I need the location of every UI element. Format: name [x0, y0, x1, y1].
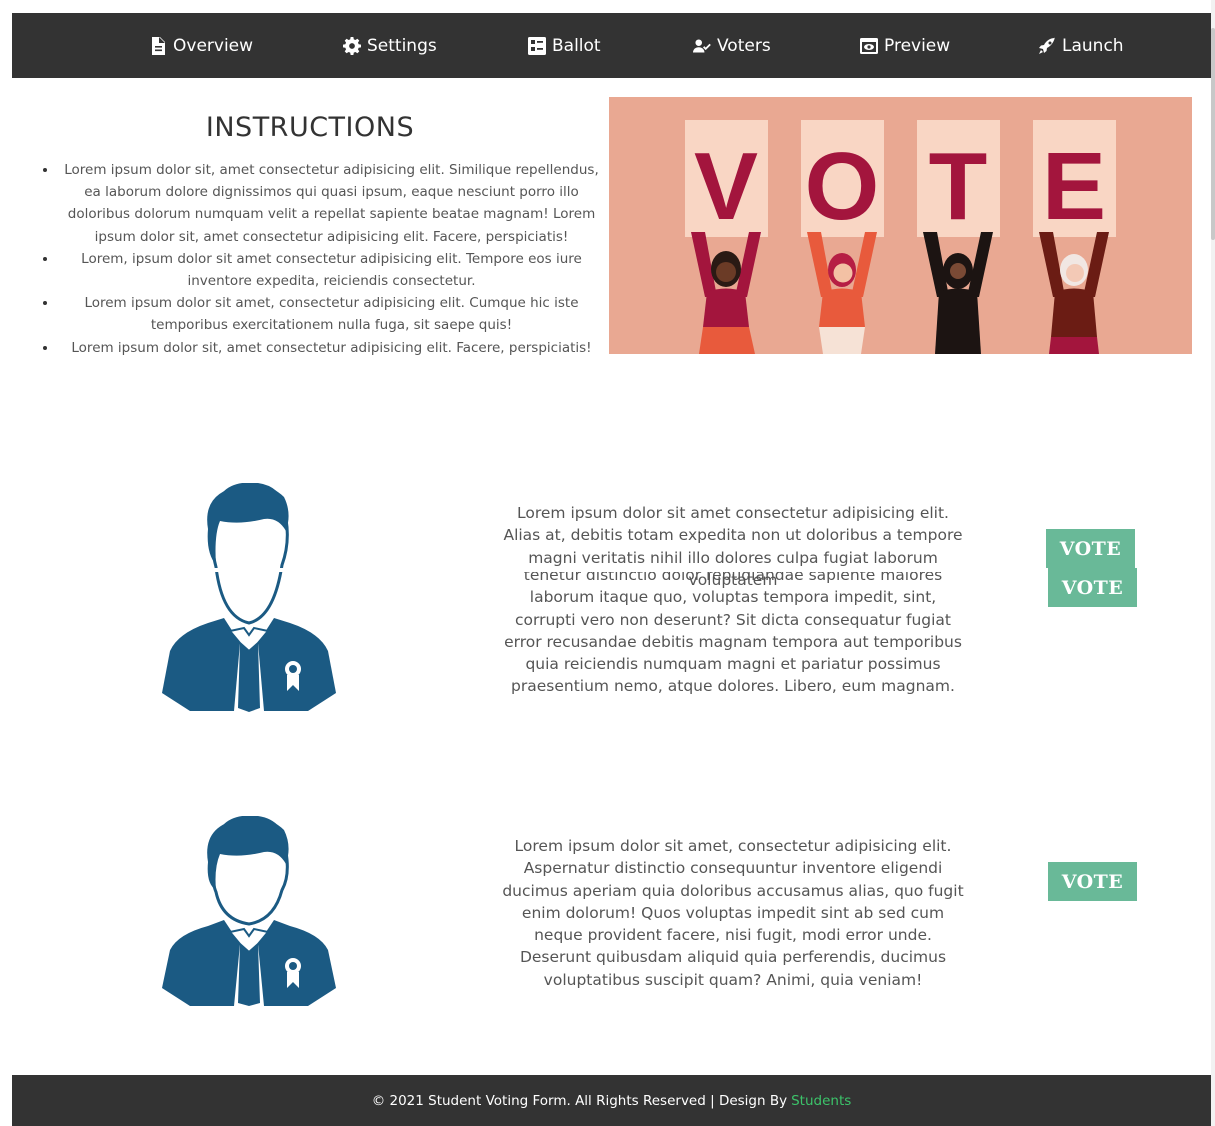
- text-overlap-divider: [498, 568, 968, 572]
- ballot-icon: [528, 37, 546, 55]
- user-check-icon: [693, 39, 711, 53]
- instructions-title: INSTRUCTIONS: [205, 112, 415, 143]
- rocket-icon: [1039, 37, 1055, 54]
- instruction-item: Lorem ipsum dolor sit amet, consectetur …: [58, 292, 605, 336]
- vote-button[interactable]: VOTE: [1048, 568, 1137, 607]
- vote-illustration: V O T E: [609, 97, 1192, 354]
- candidate-2-avatar: [162, 816, 336, 1006]
- vote-banner-image: V O T E: [609, 97, 1192, 354]
- nav-preview-label: Preview: [884, 36, 951, 56]
- vote-button[interactable]: VOTE: [1046, 529, 1135, 568]
- instructions-list: Lorem ipsum dolor sit, amet consectetur …: [20, 159, 605, 359]
- nav-settings[interactable]: Settings: [343, 33, 437, 59]
- nav-voters-label: Voters: [717, 36, 771, 56]
- top-navbar: Overview Settings Ballot Voters Preview …: [12, 13, 1211, 78]
- footer-copyright: © 2021 Student Voting Form. All Rights R…: [371, 1092, 788, 1109]
- scrollbar[interactable]: [1211, 0, 1215, 1126]
- instruction-item: Lorem ipsum dolor sit, amet consectetur …: [58, 159, 605, 248]
- banner-letter: T: [929, 133, 988, 240]
- nav-overview[interactable]: Overview: [149, 33, 253, 59]
- nav-ballot-label: Ballot: [552, 36, 601, 56]
- gear-icon: [343, 37, 361, 55]
- candidate-1-description-bottom: tenetur distinctio dolor repudiandae sap…: [504, 566, 962, 696]
- candidate-2-description: Lorem ipsum dolor sit amet, consectetur …: [502, 837, 964, 989]
- document-icon: [152, 37, 165, 55]
- footer: © 2021 Student Voting Form. All Rights R…: [12, 1075, 1211, 1126]
- nav-overview-label: Overview: [173, 36, 254, 56]
- footer-link-students[interactable]: Students: [791, 1093, 851, 1109]
- banner-letter: E: [1042, 133, 1106, 240]
- candidate-1-avatar: [160, 483, 338, 712]
- nav-ballot[interactable]: Ballot: [528, 33, 601, 59]
- banner-letter: O: [805, 133, 880, 240]
- instruction-item: Lorem, ipsum dolor sit amet consectetur …: [58, 248, 605, 292]
- nav-launch[interactable]: Launch: [1038, 33, 1124, 59]
- nav-launch-label: Launch: [1062, 36, 1124, 56]
- nav-settings-label: Settings: [367, 36, 437, 56]
- scrollbar-thumb[interactable]: [1211, 28, 1215, 240]
- preview-icon: [860, 38, 878, 54]
- nav-voters[interactable]: Voters: [693, 33, 771, 59]
- nav-preview[interactable]: Preview: [860, 33, 950, 59]
- instruction-item: Lorem ipsum dolor sit, amet consectetur …: [58, 337, 605, 359]
- banner-letter: V: [694, 133, 758, 240]
- vote-button[interactable]: VOTE: [1048, 862, 1137, 901]
